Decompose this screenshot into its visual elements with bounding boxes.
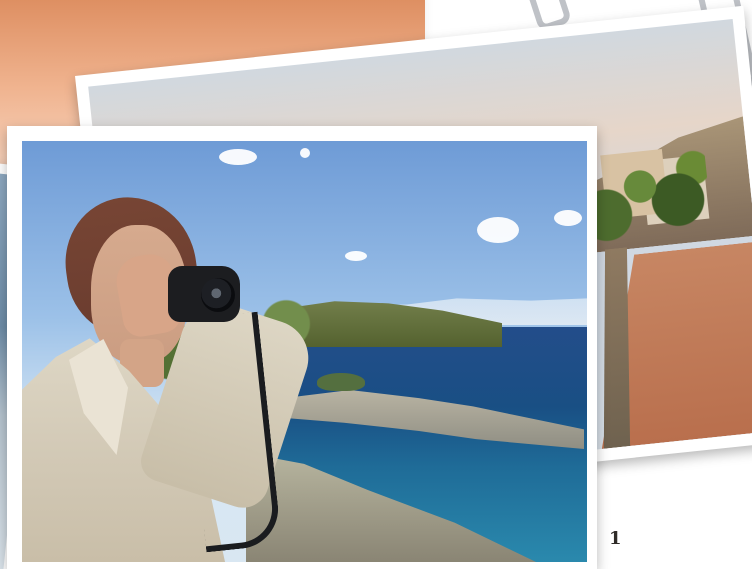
woman-photographer: [22, 188, 319, 562]
coast-vegetation-shape: [317, 373, 365, 391]
page-indicator: 1: [609, 528, 622, 549]
cloud-shape: [345, 251, 367, 261]
woman-with-camera-photo: [22, 141, 587, 562]
cloud-shape: [300, 148, 310, 158]
camera-lens-icon: [201, 278, 235, 312]
front-photo-card: [7, 126, 597, 569]
photo-collage-slide: 1: [0, 0, 752, 569]
cloud-shape: [219, 149, 257, 165]
cloud-shape: [477, 217, 519, 243]
cloud-shape: [554, 210, 582, 226]
